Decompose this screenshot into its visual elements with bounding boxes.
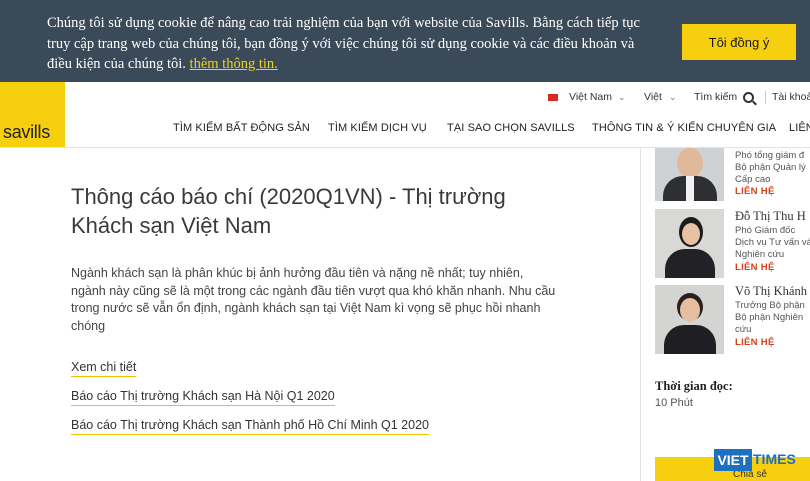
contact-role: Phó Giám đốc Dịch vụ Tư vấn và Nghiên cứ… — [735, 225, 810, 260]
viettimes-watermark-text: TIMES — [753, 451, 796, 467]
reading-time-label: Thời gian đọc: — [655, 379, 733, 393]
hanoi-report-link[interactable]: Báo cáo Thị trường Khách sạn Hà Nội Q1 2… — [71, 389, 335, 406]
chevron-down-icon: ⌄ — [618, 92, 626, 102]
cookie-more-info-link[interactable]: thêm thông tin. — [190, 56, 278, 72]
contact-link[interactable]: LIÊN HỆ — [735, 186, 775, 197]
logo-text: savills — [3, 122, 50, 142]
contact-photo — [655, 209, 724, 278]
hcmc-report-link[interactable]: Báo cáo Thị trường Khách sạn Thành phố H… — [71, 418, 429, 435]
article-summary: Ngành khách sạn là phân khúc bị ảnh hưởn… — [71, 266, 556, 333]
nav-contact[interactable]: LIÊN — [789, 122, 810, 134]
chevron-down-icon: ⌄ — [669, 92, 677, 102]
contact-name: Đỗ Thị Thu H — [735, 209, 806, 223]
contact-link[interactable]: LIÊN HỆ — [735, 337, 775, 348]
cookie-banner: Chúng tôi sử dụng cookie để nâng cao trả… — [0, 0, 810, 82]
contact-role: Trưởng Bộ phận Bộ phận Nghiên cứu — [735, 300, 805, 335]
nav-insight-opinion[interactable]: THÔNG TIN & Ý KIẾN CHUYÊN GIA — [592, 122, 776, 134]
nav-find-property[interactable]: TÌM KIẾM BẤT ĐỘNG SẢN — [173, 122, 310, 134]
view-details-link[interactable]: Xem chi tiết — [71, 360, 137, 377]
savills-logo[interactable]: savills — [0, 82, 65, 148]
nav-find-service[interactable]: TÌM KIẾM DỊCH VỤ — [328, 122, 427, 134]
contact-link[interactable]: LIÊN HỆ — [735, 262, 775, 273]
search-icon[interactable] — [743, 92, 754, 103]
viettimes-watermark-logo: VIET — [714, 449, 752, 471]
contact-photo — [655, 148, 724, 201]
country-selector[interactable]: Việt Nam — [569, 91, 612, 103]
contact-photo — [655, 285, 724, 354]
sidebar-divider — [640, 148, 641, 481]
account-link[interactable]: Tài khoả — [772, 91, 810, 103]
search-link[interactable]: Tìm kiếm — [694, 91, 737, 103]
cookie-accept-button[interactable]: Tôi đồng ý — [682, 24, 796, 60]
language-selector[interactable]: Việt — [644, 91, 662, 103]
vietnam-flag-icon — [548, 94, 558, 101]
cookie-message: Chúng tôi sử dụng cookie để nâng cao trả… — [47, 15, 640, 72]
nav-why-savills[interactable]: TẠI SAO CHỌN SAVILLS — [447, 122, 575, 134]
divider — [765, 91, 766, 104]
page-title: Thông cáo báo chí (2020Q1VN) - Thị trườn… — [71, 184, 506, 238]
contact-role: Phó tổng giám đ Bộ phận Quản lý Cấp cao — [735, 150, 806, 185]
contact-name: Võ Thị Khánh — [735, 284, 807, 298]
reading-time-value: 10 Phút — [655, 397, 693, 409]
